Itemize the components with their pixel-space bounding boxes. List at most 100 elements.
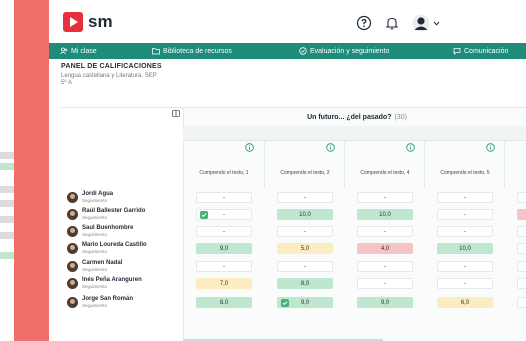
- expand-columns-icon[interactable]: [172, 110, 180, 117]
- grade-value: -: [223, 228, 225, 235]
- check-icon: [200, 211, 208, 219]
- avatar: [67, 296, 78, 308]
- avatar: [67, 208, 78, 220]
- background-bar: [0, 163, 14, 170]
- grade-cell[interactable]: -: [196, 209, 252, 220]
- grade-value: 8,0: [300, 280, 310, 287]
- user-menu[interactable]: [412, 14, 440, 32]
- check-icon: [281, 299, 289, 307]
- check-badge-icon: [299, 47, 307, 55]
- grade-cell[interactable]: -: [277, 192, 333, 203]
- student-name: Jordi Agua: [82, 191, 114, 197]
- info-icon[interactable]: [326, 143, 335, 152]
- column-header[interactable]: Comprendo el texto, 4: [344, 140, 425, 188]
- background-bar: [0, 232, 14, 239]
- info-icon[interactable]: [486, 143, 495, 152]
- grade-value: 8,0: [219, 299, 229, 306]
- student-name: Inés Peña Aranguren: [82, 277, 142, 283]
- grade-cell[interactable]: -: [437, 278, 493, 289]
- folder-icon: [152, 48, 160, 55]
- student-info[interactable]: Jordi Agua Seguimiento: [67, 191, 113, 203]
- grade-cell[interactable]: -: [357, 192, 413, 203]
- grade-cell[interactable]: [517, 261, 526, 272]
- student-info[interactable]: Carmen Nadal Seguimiento: [67, 260, 122, 272]
- background-bar: [0, 186, 14, 193]
- grade-value: 9,0: [219, 245, 229, 252]
- unit-subheader: [183, 126, 526, 141]
- bell-icon[interactable]: [384, 15, 400, 31]
- grade-cell[interactable]: 9,0: [277, 297, 333, 308]
- question-circle-icon[interactable]: [356, 15, 372, 31]
- unit-header[interactable]: Un futuro... ¿del pasado? (30): [183, 108, 526, 126]
- nav-item-comunicacion[interactable]: Comunicación: [453, 43, 508, 59]
- student-info[interactable]: Jorge San Román Seguimiento: [67, 296, 133, 308]
- student-name: Jorge San Román: [82, 296, 134, 302]
- grade-cell[interactable]: -: [196, 192, 252, 203]
- grade-cell[interactable]: -: [437, 261, 493, 272]
- student-info[interactable]: Mario Loureda Castillo Seguimiento: [67, 242, 147, 254]
- column-header[interactable]: Comprendo el texto, 5: [424, 140, 505, 188]
- grade-cell[interactable]: [517, 226, 526, 237]
- grade-cell[interactable]: -: [437, 192, 493, 203]
- column-label: Comprendo el texto, 5: [440, 170, 490, 176]
- grade-cell[interactable]: -: [357, 226, 413, 237]
- student-info[interactable]: Raúl Ballester Garrido Seguimiento: [67, 208, 145, 220]
- grade-cell[interactable]: [517, 192, 526, 203]
- student-row: Saul Buenhombre Seguimiento - - - -: [61, 223, 526, 241]
- grade-cell[interactable]: -: [357, 278, 413, 289]
- column-header[interactable]: C: [504, 140, 526, 188]
- logo[interactable]: sm: [63, 12, 113, 32]
- unit-title: Un futuro... ¿del pasado?: [307, 113, 392, 121]
- grade-cell[interactable]: 8,0: [196, 297, 252, 308]
- student-name: Mario Loureda Castillo: [82, 242, 147, 248]
- grade-cell[interactable]: 9,0: [357, 297, 413, 308]
- column-label: Comprendo el texto, 2: [280, 170, 330, 176]
- grade-cell[interactable]: -: [277, 226, 333, 237]
- grade-value: 5,0: [300, 245, 310, 252]
- student-tracking-label: Seguimiento: [82, 215, 108, 220]
- grade-value: 7,0: [219, 280, 229, 287]
- grade-value: -: [384, 280, 386, 287]
- grade-cell[interactable]: -: [437, 226, 493, 237]
- group-label: 5º A: [61, 80, 72, 86]
- grade-cell[interactable]: 10,0: [357, 209, 413, 220]
- grade-cell[interactable]: [517, 297, 526, 308]
- grade-value: -: [464, 228, 466, 235]
- grade-cell[interactable]: [517, 209, 526, 220]
- grade-cell[interactable]: 10,0: [277, 209, 333, 220]
- grade-value: -: [464, 263, 466, 270]
- grade-cell[interactable]: 4,0: [357, 243, 413, 254]
- grade-cell[interactable]: 10,0: [437, 243, 493, 254]
- grade-cell[interactable]: 8,0: [277, 278, 333, 289]
- grade-value: 9,0: [300, 299, 310, 306]
- info-icon[interactable]: [245, 143, 254, 152]
- subject-label: Lengua castellana y Literatura. SEP: [61, 73, 157, 79]
- grade-cell[interactable]: 5,0: [277, 243, 333, 254]
- grade-cell[interactable]: [517, 278, 526, 289]
- grade-cell[interactable]: -: [196, 226, 252, 237]
- column-header[interactable]: Comprendo el texto, 2: [264, 140, 345, 188]
- info-icon[interactable]: [406, 143, 415, 152]
- avatar: [67, 225, 78, 237]
- nav-item-mi-clase[interactable]: Mi clase: [60, 43, 97, 59]
- grade-cell[interactable]: -: [357, 261, 413, 272]
- background-bar: [0, 252, 14, 259]
- grade-value: -: [304, 263, 306, 270]
- student-info[interactable]: Saul Buenhombre Seguimiento: [67, 225, 133, 237]
- nav-item-evaluacion[interactable]: Evaluación y seguimiento: [299, 43, 389, 59]
- grade-cell[interactable]: -: [196, 261, 252, 272]
- grade-cell[interactable]: -: [277, 261, 333, 272]
- student-row: Inés Peña Aranguren Seguimiento 7,0 8,0 - -: [61, 275, 526, 293]
- grade-cell[interactable]: [517, 243, 526, 254]
- grade-cell[interactable]: 9,0: [196, 243, 252, 254]
- grade-value: -: [304, 228, 306, 235]
- column-header[interactable]: Comprendo el texto, 1: [183, 140, 264, 188]
- nav-item-biblioteca[interactable]: Biblioteca de recursos: [152, 43, 232, 59]
- grade-cell[interactable]: 7,0: [196, 278, 252, 289]
- grade-value: -: [223, 211, 225, 218]
- student-info[interactable]: Inés Peña Aranguren Seguimiento: [67, 277, 142, 289]
- grade-cell[interactable]: 6,0: [437, 297, 493, 308]
- grade-cell[interactable]: -: [437, 209, 493, 220]
- student-tracking-label: Seguimiento: [82, 249, 108, 254]
- student-tracking-label: Seguimiento: [82, 198, 108, 203]
